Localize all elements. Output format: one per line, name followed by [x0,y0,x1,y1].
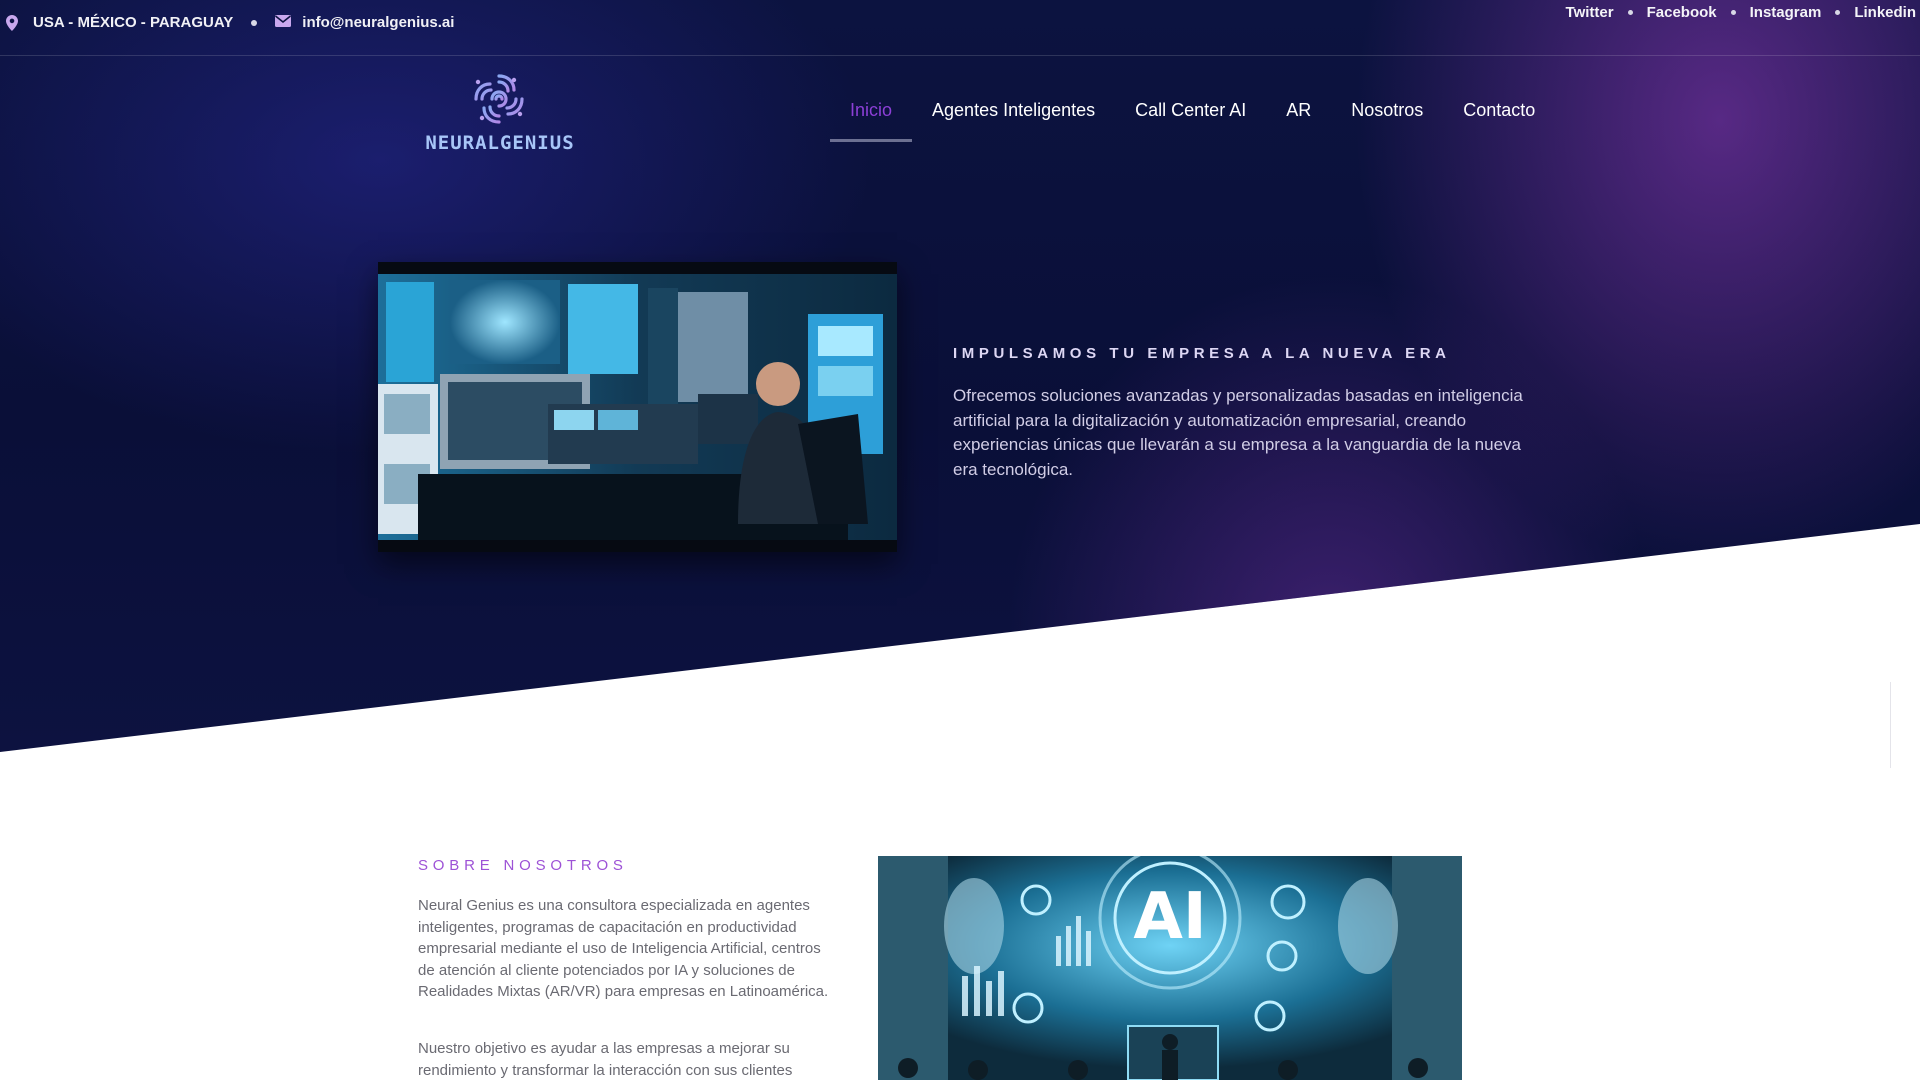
nav-item-ar[interactable]: AR [1266,96,1331,134]
social-link-twitter[interactable]: Twitter [1566,4,1614,21]
nav-item-nosotros[interactable]: Nosotros [1331,96,1443,134]
nav-item-inicio[interactable]: Inicio [830,96,913,142]
map-pin-icon [6,14,22,31]
main-nav: Inicio Agentes Inteligentes Call Center … [830,96,1555,142]
separator-dot [1730,10,1736,15]
email-info[interactable]: info@neuralgenius.ai [275,14,454,31]
nav-item-agentes-inteligentes[interactable]: Agentes Inteligentes [912,96,1115,134]
hero-image [378,262,897,552]
about-paragraph: Neural Genius es una consultora especial… [418,897,829,1000]
separator-dot [1835,10,1841,15]
top-bar: USA - MÉXICO - PARAGUAY info@neuralgeniu… [0,0,1920,56]
neural-brain-icon [468,68,530,130]
brand-logo[interactable]: NEURALGENIUS [420,66,580,162]
hero-kicker: IMPULSAMOS TU EMPRESA A LA NUEVA ERA [953,345,1451,362]
social-link-linkedin[interactable]: Linkedin [1854,4,1916,21]
contact-info: USA - MÉXICO - PARAGUAY info@neuralgeniu… [6,14,454,31]
ai-illustration-image: AI [878,856,1462,1080]
divider-line [1890,682,1891,768]
brand-name: NEURALGENIUS [425,132,575,154]
nav-item-call-center-ai[interactable]: Call Center AI [1115,96,1266,134]
social-links: Twitter Facebook Instagram Linkedin [1566,4,1916,21]
social-link-facebook[interactable]: Facebook [1647,4,1717,21]
hero-description: Ofrecemos soluciones avanzadas y persona… [953,386,1523,479]
email-link[interactable]: info@neuralgenius.ai [302,14,454,31]
envelope-icon [275,14,292,31]
social-link-instagram[interactable]: Instagram [1750,4,1822,21]
separator-dot [1627,10,1633,15]
location-info: USA - MÉXICO - PARAGUAY [6,14,233,31]
ai-label: AI [1133,880,1206,954]
about-paragraph: Nuestro objetivo es ayudar a las empresa… [418,1040,793,1079]
nav-item-contacto[interactable]: Contacto [1443,96,1555,134]
about-kicker: SOBRE NOSOTROS [418,857,628,874]
location-text: USA - MÉXICO - PARAGUAY [33,14,234,31]
separator-dot [251,19,258,26]
